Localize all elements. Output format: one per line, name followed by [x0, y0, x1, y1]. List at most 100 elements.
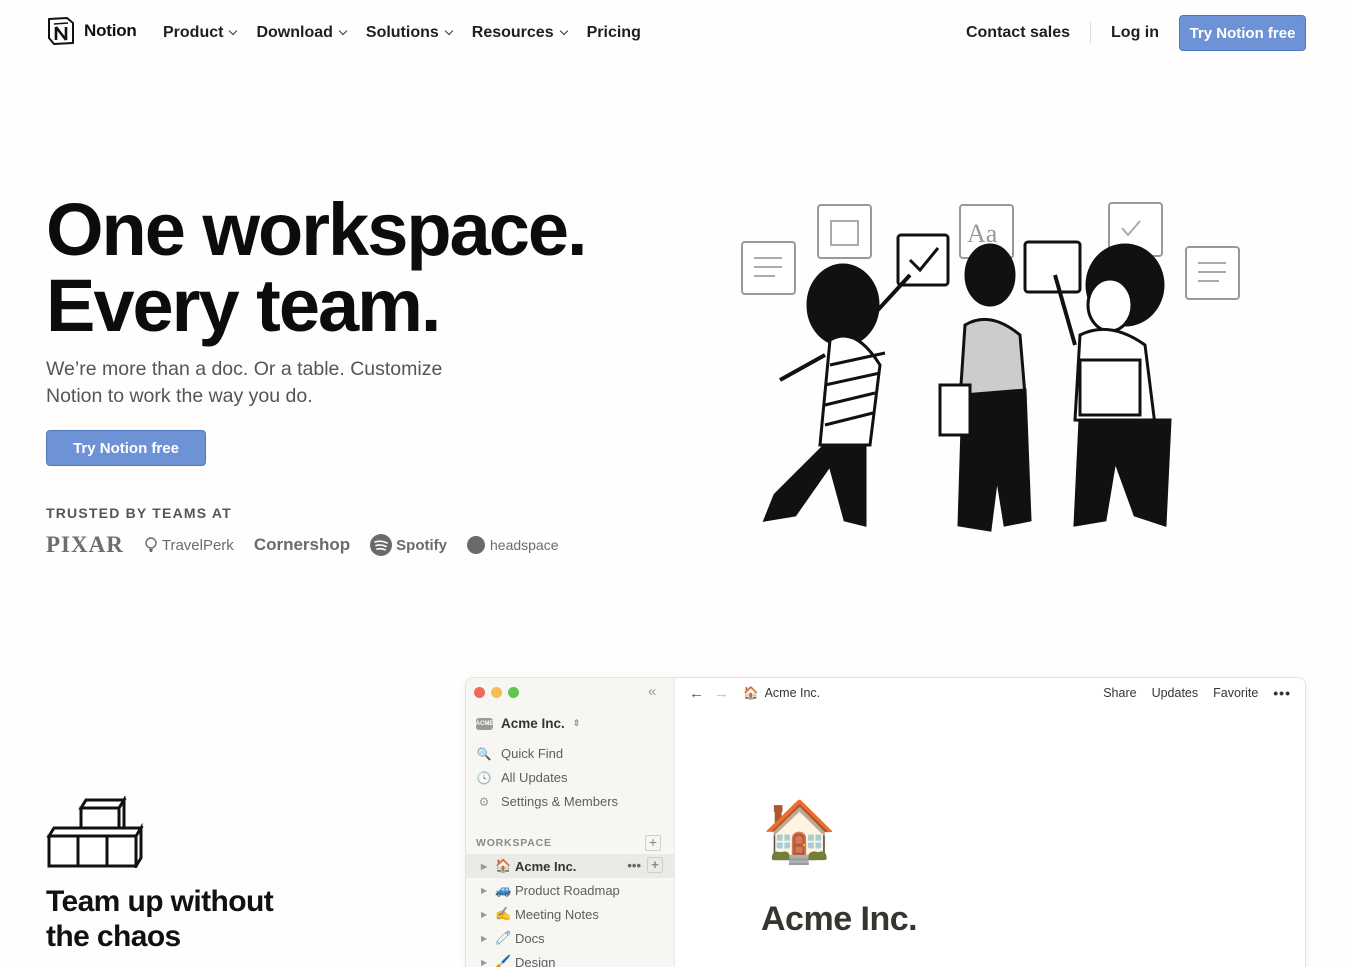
headspace-logo: headspace: [467, 536, 559, 554]
house-icon: 🏠: [495, 858, 512, 873]
page-label: Meeting Notes: [515, 906, 599, 922]
back-arrow-icon[interactable]: ←: [689, 685, 704, 702]
page-icon[interactable]: 🏠: [762, 796, 837, 867]
calendar-card-icon: [817, 204, 872, 259]
contact-sales-link[interactable]: Contact sales: [966, 24, 1070, 42]
headspace-dot-icon: [467, 536, 485, 554]
hero-try-notion-free-button[interactable]: Try Notion free: [46, 430, 206, 466]
zoom-window-button[interactable]: [508, 687, 519, 698]
share-button[interactable]: Share: [1103, 686, 1136, 700]
trusted-by-label: TRUSTED BY TEAMS AT: [46, 505, 232, 521]
collapse-sidebar-icon[interactable]: «: [648, 683, 656, 700]
sidebar-page-design[interactable]: ▶ 🖌️ Design: [466, 950, 675, 967]
brand-name: Notion: [84, 21, 137, 40]
updates-button[interactable]: Updates: [1152, 686, 1199, 700]
row-actions: ••• +: [627, 857, 663, 873]
nav-resources[interactable]: Resources: [471, 24, 568, 42]
forward-arrow-icon[interactable]: →: [714, 685, 729, 702]
spotify-icon: [370, 534, 393, 556]
sidebar-page-meeting-notes[interactable]: ▶ ✍️ Meeting Notes: [466, 902, 675, 926]
hero-title-line-2: Every team.: [46, 264, 441, 347]
page-topbar: ← → 🏠 Acme Inc. Share Updates Favorite •…: [675, 678, 1305, 708]
chevron-down-icon: [444, 26, 454, 36]
breadcrumb[interactable]: 🏠 Acme Inc.: [743, 686, 820, 701]
expand-triangle-icon[interactable]: ▶: [481, 862, 495, 871]
hero-subtitle: We’re more than a doc. Or a table. Custo…: [46, 358, 443, 407]
house-icon: 🏠: [743, 685, 759, 700]
more-options-icon[interactable]: •••: [627, 858, 641, 873]
hero-illustration: Aa: [741, 202, 1240, 532]
sidebar-item-settings[interactable]: ⚙ Settings & Members: [476, 794, 618, 809]
nav-pricing-label: Pricing: [586, 24, 641, 41]
workspace-badge-icon: ACME: [476, 717, 493, 730]
travelperk-logo: TravelPerk: [144, 537, 234, 554]
hero-title-line-1: One workspace.: [46, 188, 588, 271]
cornershop-logo: Cornershop: [253, 535, 351, 554]
blocks-icon: [46, 796, 144, 868]
nav-download[interactable]: Download: [256, 24, 348, 42]
clock-icon: 🕓: [476, 770, 492, 785]
sidebar-item-label: Settings & Members: [501, 794, 619, 809]
sidebar-item-quick-find[interactable]: 🔍 Quick Find: [476, 746, 564, 761]
try-notion-free-button[interactable]: Try Notion free: [1179, 15, 1306, 51]
workspace-switcher[interactable]: ACME Acme Inc. ⇕: [476, 716, 581, 731]
chevron-down-icon: [229, 26, 238, 36]
window-controls: [474, 687, 519, 698]
page-actions: Share Updates Favorite •••: [1103, 685, 1291, 701]
nav-divider: [1090, 22, 1092, 44]
app-preview-window: « ACME Acme Inc. ⇕ 🔍 Quick Find 🕓 All Up…: [465, 677, 1306, 967]
sidebar-page-docs[interactable]: ▶ 🧷 Docs: [466, 926, 675, 950]
minimize-window-button[interactable]: [491, 687, 502, 698]
chevron-down-icon: [338, 26, 348, 36]
travelperk-label: TravelPerk: [161, 536, 234, 554]
customer-logos: PIXAR TravelPerk Cornershop Spotify head…: [46, 532, 559, 558]
headspace-label: headspace: [490, 537, 559, 553]
favorite-button[interactable]: Favorite: [1213, 686, 1258, 700]
gear-icon: ⚙: [478, 794, 490, 809]
more-options-icon[interactable]: •••: [1273, 685, 1291, 701]
sidebar-page-acme[interactable]: ▶ 🏠 Acme Inc. ••• +: [466, 854, 675, 878]
add-subpage-button[interactable]: +: [647, 857, 663, 873]
page-label: Product Roadmap: [515, 882, 620, 898]
page-label: Design: [515, 954, 556, 967]
notion-logo-icon: [48, 17, 74, 45]
page-label: Docs: [515, 930, 545, 946]
sidebar-item-label: Quick Find: [501, 746, 564, 761]
nav-pricing[interactable]: Pricing: [587, 24, 641, 42]
updown-chevron-icon: ⇕: [572, 718, 581, 728]
expand-triangle-icon[interactable]: ▶: [481, 886, 495, 895]
expand-triangle-icon[interactable]: ▶: [481, 934, 495, 943]
nav-menu: Product Download Solutions Resources Pri…: [163, 24, 661, 42]
chevron-down-icon: [559, 26, 568, 36]
nav-product-label: Product: [163, 24, 224, 41]
sidebar-item-all-updates[interactable]: 🕓 All Updates: [476, 770, 568, 785]
car-icon: 🚙: [495, 882, 512, 897]
expand-triangle-icon[interactable]: ▶: [481, 958, 495, 967]
spotify-logo: Spotify: [370, 534, 447, 556]
add-page-button[interactable]: +: [645, 835, 661, 851]
notion-logo[interactable]: Notion: [46, 16, 137, 46]
expand-triangle-icon[interactable]: ▶: [481, 910, 495, 919]
hero-title: One workspace. Every team.: [46, 192, 588, 347]
nav-download-label: Download: [256, 24, 333, 41]
workspace-name: Acme Inc.: [501, 716, 565, 731]
page-label: Acme Inc.: [515, 858, 577, 874]
app-sidebar: « ACME Acme Inc. ⇕ 🔍 Quick Find 🕓 All Up…: [466, 678, 675, 967]
nav-product[interactable]: Product: [163, 24, 238, 42]
safety-pin-icon: 🧷: [495, 930, 512, 945]
sidebar-page-roadmap[interactable]: ▶ 🚙 Product Roadmap: [466, 878, 675, 902]
top-navigation: Notion Product Download Solutions Resour…: [0, 0, 1347, 66]
svg-text:Aa: Aa: [967, 219, 998, 248]
page-title[interactable]: Acme Inc.: [761, 900, 918, 939]
search-icon: 🔍: [476, 746, 492, 761]
balloon-icon: [145, 537, 157, 552]
sidebar-item-label: All Updates: [501, 770, 568, 785]
writing-hand-icon: ✍️: [495, 906, 512, 921]
breadcrumb-label: Acme Inc.: [764, 686, 821, 700]
spotify-label: Spotify: [396, 536, 447, 554]
pixar-logo: PIXAR: [46, 532, 124, 557]
close-window-button[interactable]: [474, 687, 485, 698]
log-in-link[interactable]: Log in: [1111, 24, 1159, 42]
nav-solutions[interactable]: Solutions: [366, 24, 454, 42]
nav-resources-label: Resources: [471, 24, 554, 41]
